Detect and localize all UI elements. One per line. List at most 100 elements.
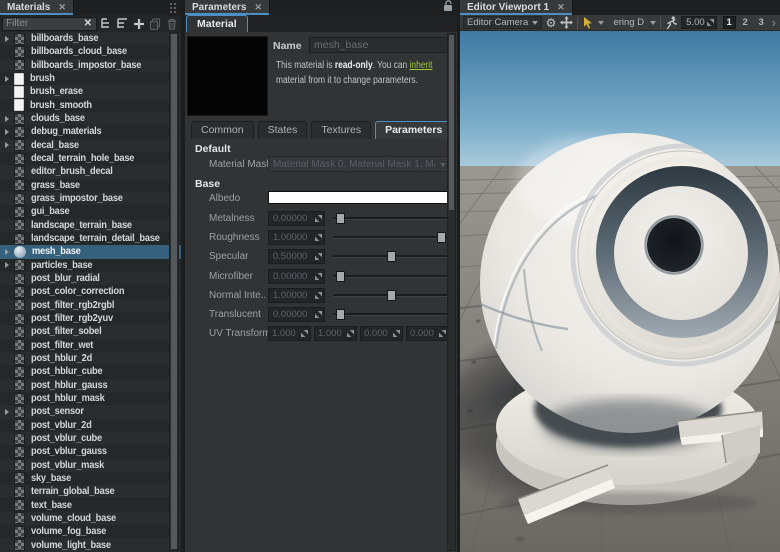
- material-list-item[interactable]: decal_terrain_hole_base: [0, 152, 181, 165]
- material-list-item[interactable]: mesh_base: [0, 245, 181, 258]
- viewport-scene[interactable]: [460, 31, 780, 552]
- speed-value-field[interactable]: 5.00: [681, 16, 717, 29]
- param-value-field[interactable]: 0.50000: [268, 249, 325, 264]
- rendering-debug-dropdown[interactable]: ering D: [613, 16, 656, 29]
- param-value-field[interactable]: 0.00000: [268, 307, 325, 322]
- cursor-mode-dropdown[interactable]: [598, 16, 609, 29]
- param-value-field[interactable]: 0.00000: [268, 211, 325, 226]
- uv-value-field[interactable]: 1.000: [314, 326, 357, 341]
- materials-scrollbar[interactable]: [169, 32, 179, 551]
- material-list-item[interactable]: post_filter_rgb2yuv: [0, 312, 181, 325]
- param-slider[interactable]: [333, 249, 449, 264]
- inherit-link[interactable]: inherit: [410, 60, 433, 71]
- slider-handle[interactable]: [387, 251, 396, 262]
- delete-material-icon[interactable]: [165, 16, 179, 31]
- material-list-item[interactable]: billboards_base: [0, 32, 181, 45]
- slider-handle[interactable]: [336, 213, 345, 224]
- param-value-field[interactable]: 0.00000: [268, 269, 325, 284]
- param-slider[interactable]: [333, 307, 449, 322]
- material-mask-dropdown[interactable]: Material Mask 0, Material Mask 1, Mate..…: [268, 156, 450, 172]
- material-list-item[interactable]: grass_base: [0, 179, 181, 192]
- settings-gear-icon[interactable]: ⚙: [546, 16, 557, 30]
- material-name-input[interactable]: [309, 37, 449, 53]
- parameters-scrollbar[interactable]: [447, 33, 456, 551]
- material-list-item[interactable]: text_base: [0, 498, 181, 511]
- tab-parameters[interactable]: Parameters: [375, 121, 452, 139]
- subtab-material[interactable]: Material: [186, 15, 248, 32]
- param-value-field[interactable]: 1.00000: [268, 230, 325, 245]
- material-list-item[interactable]: post_vblur_mask: [0, 459, 181, 472]
- material-list-item[interactable]: post_filter_wet: [0, 339, 181, 352]
- material-list-item[interactable]: landscape_terrain_detail_base: [0, 232, 181, 245]
- slider-handle[interactable]: [437, 232, 446, 243]
- albedo-color-swatch[interactable]: [268, 191, 449, 204]
- expand-arrow-icon[interactable]: [5, 35, 14, 43]
- select-cursor-icon[interactable]: [582, 16, 594, 30]
- viewport-preset-2[interactable]: 2: [739, 16, 752, 29]
- viewport-preset-3[interactable]: 3: [755, 16, 768, 29]
- tab-parameters[interactable]: Parameters ✕: [185, 0, 270, 15]
- material-list-item[interactable]: gui_base: [0, 205, 181, 218]
- param-slider[interactable]: [333, 211, 449, 226]
- material-list-item[interactable]: volume_cloud_base: [0, 512, 181, 525]
- material-list-item[interactable]: terrain_global_base: [0, 485, 181, 498]
- material-list-item[interactable]: post_vblur_gauss: [0, 445, 181, 458]
- material-list-item[interactable]: sky_base: [0, 472, 181, 485]
- uv-value-field[interactable]: 0.000: [360, 326, 403, 341]
- pan-icon[interactable]: [560, 16, 573, 30]
- material-list-item[interactable]: clouds_base: [0, 112, 181, 125]
- expand-hierarchy-icon[interactable]: [115, 16, 129, 31]
- expand-arrow-icon[interactable]: [5, 115, 14, 123]
- material-preview[interactable]: [187, 36, 268, 116]
- expand-arrow-icon[interactable]: [5, 128, 14, 136]
- tab-common[interactable]: Common: [191, 121, 254, 139]
- param-slider[interactable]: [333, 288, 449, 303]
- filter-input[interactable]: [3, 18, 80, 29]
- material-list-item[interactable]: grass_impostor_base: [0, 192, 181, 205]
- expand-arrow-icon[interactable]: [5, 141, 14, 149]
- add-material-icon[interactable]: [132, 16, 146, 31]
- material-list-item[interactable]: post_hblur_gauss: [0, 379, 181, 392]
- tab-textures[interactable]: Textures: [311, 121, 371, 139]
- uv-value-field[interactable]: 0.000: [406, 326, 449, 341]
- expand-arrow-icon[interactable]: [5, 261, 14, 269]
- material-list-item[interactable]: debug_materials: [0, 125, 181, 138]
- material-list-item[interactable]: billboards_impostor_base: [0, 59, 181, 72]
- close-icon[interactable]: ✕: [58, 3, 66, 12]
- material-list-item[interactable]: post_hblur_2d: [0, 352, 181, 365]
- material-list-item[interactable]: post_filter_sobel: [0, 325, 181, 338]
- run-speed-icon[interactable]: [665, 16, 677, 30]
- material-list-item[interactable]: post_color_correction: [0, 285, 181, 298]
- material-list-item[interactable]: editor_brush_decal: [0, 165, 181, 178]
- param-slider[interactable]: [333, 269, 449, 284]
- material-list-item[interactable]: brush: [0, 72, 181, 85]
- tab-states[interactable]: States: [258, 121, 308, 139]
- material-list-item[interactable]: post_hblur_mask: [0, 392, 181, 405]
- camera-select[interactable]: Editor Camera: [463, 16, 542, 29]
- material-list-item[interactable]: post_vblur_cube: [0, 432, 181, 445]
- param-value-field[interactable]: 1.00000: [268, 288, 325, 303]
- material-list-item[interactable]: billboards_cloud_base: [0, 45, 181, 58]
- material-list-item[interactable]: post_filter_rgb2rgbl: [0, 299, 181, 312]
- clear-filter-icon[interactable]: ✕: [80, 19, 96, 29]
- material-list-item[interactable]: landscape_terrain_base: [0, 219, 181, 232]
- tab-materials[interactable]: Materials ✕: [0, 0, 74, 15]
- viewport-preset-1[interactable]: 1: [723, 16, 736, 29]
- material-list-item[interactable]: post_blur_radial: [0, 272, 181, 285]
- material-list-item[interactable]: volume_light_base: [0, 538, 181, 551]
- expand-arrow-icon[interactable]: [5, 408, 14, 416]
- close-icon[interactable]: ✕: [254, 3, 262, 12]
- param-slider[interactable]: [333, 230, 449, 245]
- clone-material-icon[interactable]: [148, 16, 162, 31]
- material-list-item[interactable]: brush_smooth: [0, 99, 181, 112]
- slider-handle[interactable]: [336, 309, 345, 320]
- scrollbar-thumb[interactable]: [449, 35, 454, 210]
- material-list-item[interactable]: particles_base: [0, 259, 181, 272]
- material-list-item[interactable]: post_hblur_cube: [0, 365, 181, 378]
- material-list-item[interactable]: decal_base: [0, 139, 181, 152]
- close-icon[interactable]: ✕: [557, 3, 565, 12]
- material-list-item[interactable]: post_vblur_2d: [0, 419, 181, 432]
- material-list-item[interactable]: volume_fog_base: [0, 525, 181, 538]
- slider-handle[interactable]: [336, 271, 345, 282]
- panel-grip-handle[interactable]: [169, 2, 178, 13]
